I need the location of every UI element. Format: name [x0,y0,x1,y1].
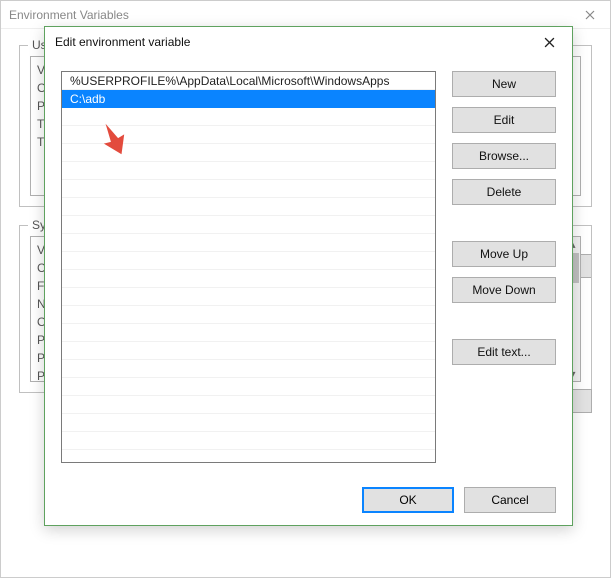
path-row[interactable] [62,180,435,198]
path-row[interactable] [62,216,435,234]
path-row[interactable] [62,144,435,162]
path-row[interactable] [62,126,435,144]
path-row[interactable] [62,234,435,252]
path-row[interactable] [62,396,435,414]
path-list[interactable]: %USERPROFILE%\AppData\Local\Microsoft\Wi… [61,71,436,463]
path-row[interactable] [62,288,435,306]
path-row[interactable] [62,162,435,180]
delete-button[interactable]: Delete [452,179,556,205]
modal-footer: OK Cancel [61,479,556,513]
path-row[interactable] [62,414,435,432]
modal-main: %USERPROFILE%\AppData\Local\Microsoft\Wi… [61,71,556,463]
modal-titlebar: Edit environment variable [45,27,572,57]
move-down-button[interactable]: Move Down [452,277,556,303]
path-row[interactable] [62,252,435,270]
side-buttons: New Edit Browse... Delete Move Up Move D… [452,71,556,463]
path-row[interactable] [62,378,435,396]
path-row[interactable] [62,342,435,360]
bg-title: Environment Variables [9,8,129,22]
modal-body: %USERPROFILE%\AppData\Local\Microsoft\Wi… [45,57,572,525]
path-row[interactable] [62,360,435,378]
path-row[interactable] [62,432,435,450]
path-row[interactable]: %USERPROFILE%\AppData\Local\Microsoft\Wi… [62,72,435,90]
browse-button[interactable]: Browse... [452,143,556,169]
bg-titlebar: Environment Variables [1,1,610,29]
edit-env-var-dialog: Edit environment variable %USERPROFILE%\… [44,26,573,526]
close-icon [585,10,595,20]
bg-close-button[interactable] [570,1,610,29]
move-up-button[interactable]: Move Up [452,241,556,267]
path-row[interactable]: C:\adb [62,90,435,108]
new-button[interactable]: New [452,71,556,97]
path-row[interactable] [62,306,435,324]
close-icon [544,37,555,48]
path-row[interactable] [62,198,435,216]
edit-button[interactable]: Edit [452,107,556,133]
modal-title: Edit environment variable [55,35,190,49]
path-row[interactable] [62,270,435,288]
edit-text-button[interactable]: Edit text... [452,339,556,365]
path-row[interactable] [62,324,435,342]
modal-close-button[interactable] [530,29,568,55]
path-row[interactable] [62,108,435,126]
cancel-button[interactable]: Cancel [464,487,556,513]
ok-button[interactable]: OK [362,487,454,513]
